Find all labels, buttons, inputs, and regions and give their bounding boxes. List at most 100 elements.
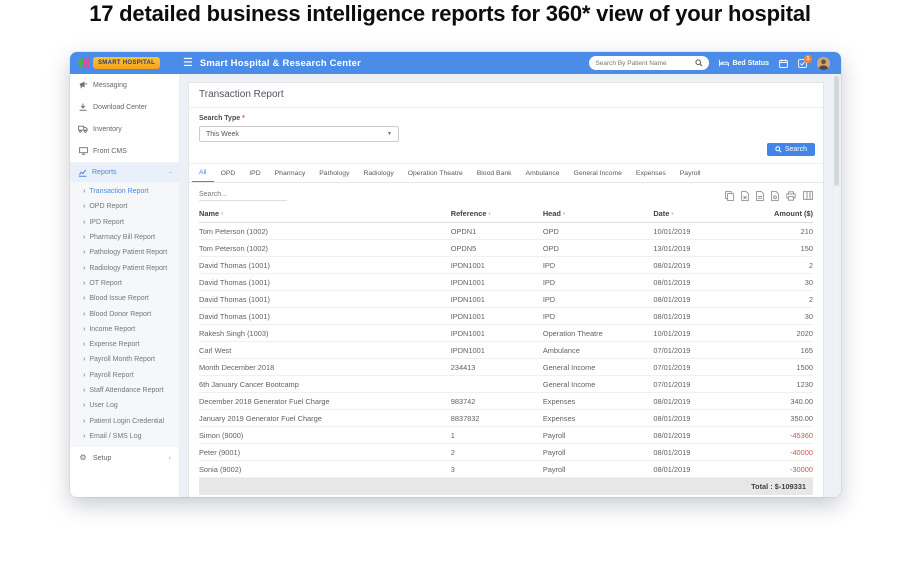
table-row[interactable]: Month December 2018 234413 General Incom… [199, 359, 813, 376]
cell-head: Expenses [543, 393, 654, 410]
sidebar-report-item-email-sms-log[interactable]: › Email / SMS Log [70, 429, 179, 444]
table-row[interactable]: 6th January Cancer Bootcamp General Inco… [199, 376, 813, 393]
tab-payroll[interactable]: Payroll [673, 170, 708, 182]
table-row[interactable]: Simon (9000) 1 Payroll 08/01/2019 -45360 [199, 427, 813, 444]
sidebar-report-item-ot-report[interactable]: › OT Report [70, 276, 179, 291]
cell-head: IPD [543, 257, 654, 274]
avatar[interactable] [817, 57, 830, 70]
csv-icon[interactable] [756, 191, 764, 201]
table-row[interactable]: David Thomas (1001) IPDN1001 IPD 08/01/2… [199, 291, 813, 308]
sidebar-item-download-center[interactable]: Download Center [70, 96, 179, 118]
logo[interactable]: SMART HOSPITAL [70, 57, 180, 69]
table-row[interactable]: Carl West IPDN1001 Ambulance 07/01/2019 … [199, 342, 813, 359]
table-row[interactable]: December 2018 Generator Fuel Charge 9837… [199, 393, 813, 410]
scrollbar-thumb[interactable] [834, 76, 839, 186]
patient-search[interactable] [589, 56, 709, 70]
calendar-icon[interactable] [779, 59, 788, 68]
cell-reference: IPDN1001 [451, 308, 543, 325]
sidebar-report-item-expense-report[interactable]: › Expense Report [70, 337, 179, 352]
sidebar-report-item-blood-issue-report[interactable]: › Blood Issue Report [70, 291, 179, 306]
export-toolbar [725, 191, 813, 201]
copy-icon[interactable] [725, 191, 734, 201]
column-header-amount[interactable]: Amount ($) [752, 205, 813, 223]
table-row[interactable]: David Thomas (1001) IPDN1001 IPD 08/01/2… [199, 308, 813, 325]
column-header-head[interactable]: Head▾ [543, 205, 654, 223]
tab-expenses[interactable]: Expenses [629, 170, 673, 182]
search-type-select[interactable]: This Week ▼ [199, 126, 399, 142]
tab-all[interactable]: All [192, 169, 214, 183]
patient-search-input[interactable] [595, 60, 692, 67]
pdf-icon[interactable] [771, 191, 779, 201]
table-search-input[interactable] [199, 190, 287, 201]
page-title: 17 detailed business intelligence report… [0, 1, 900, 27]
sidebar-item-inventory[interactable]: Inventory [70, 118, 179, 140]
cell-name: 6th January Cancer Bootcamp [199, 376, 451, 393]
tab-opd[interactable]: OPD [214, 170, 243, 182]
tab-pharmacy[interactable]: Pharmacy [268, 170, 313, 182]
chevron-right-icon: › [83, 295, 85, 302]
cell-amount: 2 [752, 291, 813, 308]
sidebar-report-item-radiology-patient-report[interactable]: › Radiology Patient Report [70, 260, 179, 275]
excel-icon[interactable] [741, 191, 749, 201]
chevron-right-icon: › [83, 188, 85, 195]
sidebar-report-item-opd-report[interactable]: › OPD Report [70, 199, 179, 214]
sidebar-report-item-user-log[interactable]: › User Log [70, 398, 179, 413]
column-header-date[interactable]: Date▾ [653, 205, 751, 223]
scrollbar[interactable] [834, 76, 839, 482]
search-icon [775, 146, 782, 153]
tab-operation-theatre[interactable]: Operation Theatre [401, 170, 470, 182]
bed-status-button[interactable]: Bed Status [719, 59, 769, 67]
cell-date: 08/01/2019 [653, 257, 751, 274]
sidebar-item-reports[interactable]: Reports › [70, 162, 179, 182]
sidebar-item-messaging[interactable]: Messaging [70, 74, 179, 96]
sidebar-report-item-payroll-month-report[interactable]: › Payroll Month Report [70, 352, 179, 367]
table-toolbar [189, 183, 823, 204]
sidebar-report-item-income-report[interactable]: › Income Report [70, 322, 179, 337]
cell-name: David Thomas (1001) [199, 257, 451, 274]
total-row: Total : $-109331 [199, 478, 813, 495]
table-row[interactable]: Rakesh Singh (1003) IPDN1001 Operation T… [199, 325, 813, 342]
table-row[interactable]: January 2019 Generator Fuel Charge 88378… [199, 410, 813, 427]
column-header-name[interactable]: Name▾ [199, 205, 451, 223]
tab-ipd[interactable]: IPD [242, 170, 267, 182]
cell-head: IPD [543, 308, 654, 325]
cell-head: IPD [543, 274, 654, 291]
sidebar-report-item-pathology-patient-report[interactable]: › Pathology Patient Report [70, 245, 179, 260]
table-row[interactable]: Tom Peterson (1002) OPDN1 OPD 10/01/2019… [199, 223, 813, 240]
tab-pathology[interactable]: Pathology [312, 170, 356, 182]
notification-badge: 1 [804, 55, 812, 63]
columns-icon[interactable] [803, 191, 813, 200]
table-row[interactable]: Sonia (9002) 3 Payroll 08/01/2019 -30000 [199, 461, 813, 478]
table-row[interactable]: Tom Peterson (1002) OPDN5 OPD 13/01/2019… [199, 240, 813, 257]
sidebar-report-item-blood-donor-report[interactable]: › Blood Donor Report [70, 306, 179, 321]
tab-general-income[interactable]: General Income [567, 170, 629, 182]
sidebar-report-item-payroll-report[interactable]: › Payroll Report [70, 368, 179, 383]
search-button[interactable]: Search [767, 143, 815, 156]
sidebar-report-item-ipd-report[interactable]: › IPD Report [70, 215, 179, 230]
chevron-right-icon: › [83, 265, 85, 272]
topbar-right: Bed Status 1 [589, 56, 841, 70]
table-row[interactable]: Peter (9001) 2 Payroll 08/01/2019 -40000 [199, 444, 813, 461]
table-row[interactable]: David Thomas (1001) IPDN1001 IPD 08/01/2… [199, 274, 813, 291]
tab-radiology[interactable]: Radiology [356, 170, 400, 182]
sidebar-report-item-pharmacy-bill-report[interactable]: › Pharmacy Bill Report [70, 230, 179, 245]
tab-blood-bank[interactable]: Blood Bank [470, 170, 519, 182]
search-icon[interactable] [695, 59, 703, 67]
hamburger-icon[interactable]: ☰ [183, 58, 193, 69]
table-row[interactable]: David Thomas (1001) IPDN1001 IPD 08/01/2… [199, 257, 813, 274]
sidebar-report-item-patient-login-credential[interactable]: › Patient Login Credential [70, 413, 179, 428]
column-header-reference[interactable]: Reference▾ [451, 205, 543, 223]
sidebar-report-item-staff-attendance-report[interactable]: › Staff Attendance Report [70, 383, 179, 398]
chevron-right-icon: › [83, 234, 85, 241]
print-icon[interactable] [786, 191, 796, 201]
sidebar-item-setup[interactable]: ⚙ Setup ‹ [70, 447, 179, 469]
sidebar-report-item-transaction-report[interactable]: › Transaction Report [70, 184, 179, 199]
app-title: Smart Hospital & Research Center [200, 58, 361, 69]
megaphone-icon [78, 81, 88, 89]
cell-amount: 30 [752, 274, 813, 291]
sort-icon: ▾ [488, 211, 490, 216]
tasks-check-icon[interactable]: 1 [798, 59, 807, 68]
cell-head: Payroll [543, 427, 654, 444]
tab-ambulance[interactable]: Ambulance [519, 170, 567, 182]
sidebar-item-front-cms[interactable]: Front CMS [70, 140, 179, 162]
